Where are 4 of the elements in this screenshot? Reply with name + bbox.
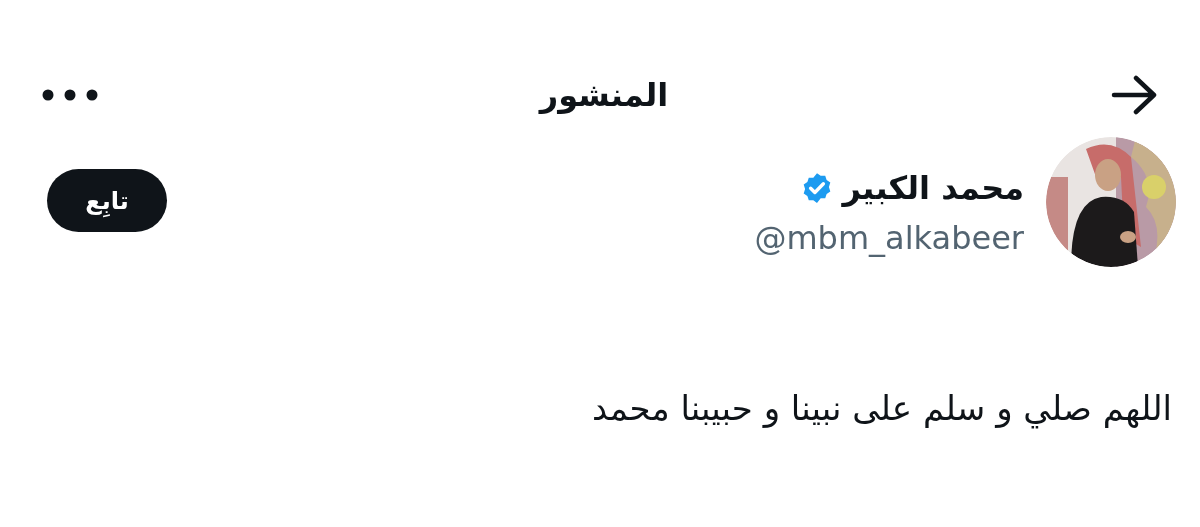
author-name[interactable]: محمد الكبير (842, 166, 1024, 210)
post-text: اللهم صلي و سلم على نبينا و حبيبنا محمد (590, 387, 1173, 431)
author-handle[interactable]: @mbm_alkabeer (754, 216, 1024, 260)
follow-button[interactable]: تابِع (47, 169, 167, 232)
